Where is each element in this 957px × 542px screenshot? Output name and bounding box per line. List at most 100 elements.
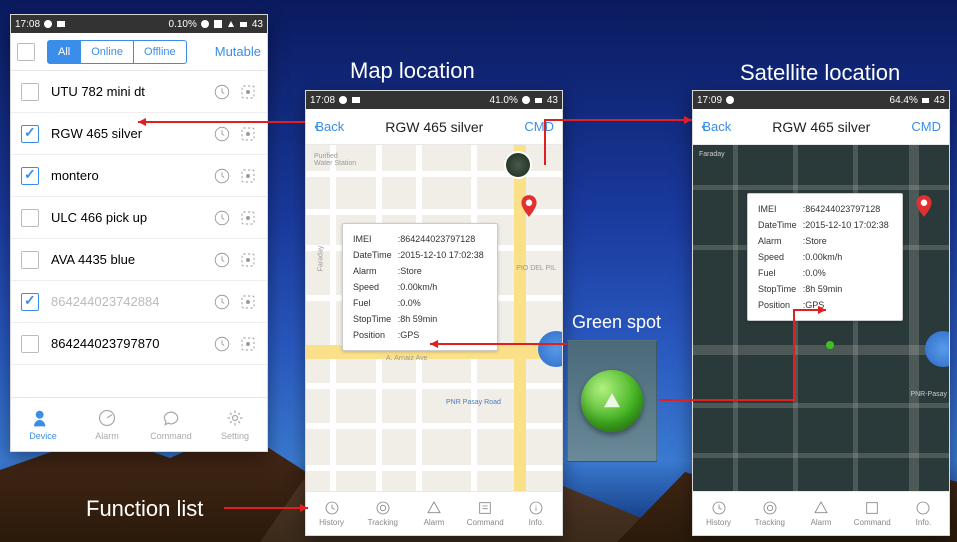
- function-tabs: History Tracking Alarm Command Info.: [693, 491, 949, 535]
- nav-bar: ‹Back RGW 465 silver CMD: [306, 109, 562, 145]
- tab-device[interactable]: Device: [11, 398, 75, 451]
- locate-icon[interactable]: [239, 83, 257, 101]
- device-label: 864244023742884: [51, 294, 205, 309]
- locate-icon[interactable]: [239, 251, 257, 269]
- map-label-faraday: Faraday: [317, 246, 324, 272]
- clock-icon[interactable]: [213, 167, 231, 185]
- page-title: RGW 465 silver: [385, 119, 483, 135]
- func-command[interactable]: Command: [460, 492, 511, 535]
- location-pin-icon[interactable]: [911, 193, 937, 219]
- func-command[interactable]: Command: [847, 492, 898, 535]
- status-batt: 43: [252, 19, 263, 30]
- device-checkbox[interactable]: [21, 167, 39, 185]
- locate-icon[interactable]: [239, 125, 257, 143]
- device-checkbox[interactable]: [21, 83, 39, 101]
- clock-icon[interactable]: [213, 293, 231, 311]
- compass-icon[interactable]: [925, 331, 949, 367]
- func-info[interactable]: Info.: [511, 492, 562, 535]
- arrow: [540, 110, 700, 170]
- map-label-water: Purified Water Station: [314, 153, 356, 167]
- tab-setting[interactable]: Setting: [203, 398, 267, 451]
- clock-icon[interactable]: [213, 251, 231, 269]
- status-bar: 17:08 0.10% 43: [11, 15, 267, 33]
- label-satellite-location: Satellite location: [740, 60, 900, 86]
- device-checkbox[interactable]: [21, 251, 39, 269]
- device-info-box: IMEI:864244023797128 DateTime:2015-12-10…: [747, 193, 903, 321]
- clock-icon[interactable]: [213, 209, 231, 227]
- locate-icon[interactable]: [239, 293, 257, 311]
- device-label: ULC 466 pick up: [51, 210, 205, 225]
- filter-segment: All Online Offline: [47, 40, 187, 64]
- bottom-tabs: Device Alarm Command Setting: [11, 397, 267, 451]
- status-bar: 17:08 41.0%43: [306, 91, 562, 109]
- device-row[interactable]: UTU 782 mini dt: [11, 71, 267, 113]
- tab-alarm[interactable]: Alarm: [75, 398, 139, 451]
- select-all-checkbox[interactable]: [17, 43, 35, 61]
- device-row[interactable]: 864244023797870: [11, 323, 267, 365]
- filter-offline[interactable]: Offline: [134, 40, 187, 64]
- device-row[interactable]: montero: [11, 155, 267, 197]
- device-checkbox[interactable]: [21, 209, 39, 227]
- device-info-box: IMEI:864244023797128 DateTime:2015-12-10…: [342, 223, 498, 351]
- clock-icon[interactable]: [213, 125, 231, 143]
- map-label-pasay: PNR-Pasay: [910, 391, 947, 398]
- device-checkbox[interactable]: [21, 293, 39, 311]
- locate-icon[interactable]: [239, 167, 257, 185]
- status-pct: 0.10%: [169, 19, 197, 30]
- device-label: UTU 782 mini dt: [51, 84, 205, 99]
- device-checkbox[interactable]: [21, 125, 39, 143]
- phone-map-view: 17:08 41.0%43 ‹Back RGW 465 silver CMD P…: [305, 90, 563, 536]
- locate-icon[interactable]: [239, 335, 257, 353]
- phone-device-list: 17:08 0.10% 43 All Online Offline Mutable…: [10, 14, 268, 452]
- device-row[interactable]: ULC 466 pick up: [11, 197, 267, 239]
- compass-icon[interactable]: [538, 331, 562, 367]
- map-label-arnaiz: A. Arnaiz Ave: [386, 355, 428, 362]
- func-alarm[interactable]: Alarm: [795, 492, 846, 535]
- device-row[interactable]: AVA 4435 blue: [11, 239, 267, 281]
- device-row[interactable]: 864244023742884: [11, 281, 267, 323]
- map-label-faraday: Faraday: [699, 151, 725, 158]
- status-bar: 17:09 64.4%43: [693, 91, 949, 109]
- func-history[interactable]: History: [693, 492, 744, 535]
- func-tracking[interactable]: Tracking: [357, 492, 408, 535]
- back-button[interactable]: Back: [315, 119, 344, 134]
- cmd-button[interactable]: CMD: [911, 119, 941, 134]
- filter-row: All Online Offline Mutable: [11, 33, 267, 71]
- locate-icon[interactable]: [239, 209, 257, 227]
- satellite-map-area[interactable]: Faraday PNR-Pasay IMEI:864244023797128 D…: [693, 145, 949, 491]
- map-label-pio: PIO DEL PIL: [516, 265, 556, 272]
- map-area[interactable]: Purified Water Station Faraday A. Arnaiz…: [306, 145, 562, 491]
- green-spot-icon: [581, 370, 643, 432]
- func-alarm[interactable]: Alarm: [408, 492, 459, 535]
- tab-command[interactable]: Command: [139, 398, 203, 451]
- filter-all[interactable]: All: [47, 40, 81, 64]
- label-green-spot: Green spot: [572, 312, 661, 333]
- satellite-toggle-icon[interactable]: [504, 151, 532, 179]
- device-label: 864244023797870: [51, 336, 205, 351]
- cmd-button[interactable]: CMD: [524, 119, 554, 134]
- clock-icon[interactable]: [213, 335, 231, 353]
- func-tracking[interactable]: Tracking: [744, 492, 795, 535]
- func-history[interactable]: History: [306, 492, 357, 535]
- location-pin-icon[interactable]: [516, 193, 542, 219]
- label-map-location: Map location: [350, 58, 475, 84]
- mutable-button[interactable]: Mutable: [215, 44, 261, 59]
- device-label: AVA 4435 blue: [51, 252, 205, 267]
- device-label: RGW 465 silver: [51, 126, 205, 141]
- status-time: 17:08: [15, 19, 40, 30]
- back-button[interactable]: Back: [702, 119, 731, 134]
- green-spot-inset: [567, 340, 657, 462]
- func-info[interactable]: Info.: [898, 492, 949, 535]
- label-function-list: Function list: [86, 496, 203, 522]
- device-checkbox[interactable]: [21, 335, 39, 353]
- phone-satellite-view: 17:09 64.4%43 ‹Back RGW 465 silver CMD F…: [692, 90, 950, 536]
- filter-online[interactable]: Online: [81, 40, 134, 64]
- page-title: RGW 465 silver: [772, 119, 870, 135]
- device-row[interactable]: RGW 465 silver: [11, 113, 267, 155]
- device-label: montero: [51, 168, 205, 183]
- current-position-icon: [825, 341, 835, 351]
- map-label-pasay: PNR Pasay Road: [446, 399, 501, 406]
- nav-bar: ‹Back RGW 465 silver CMD: [693, 109, 949, 145]
- function-tabs: History Tracking Alarm Command Info.: [306, 491, 562, 535]
- clock-icon[interactable]: [213, 83, 231, 101]
